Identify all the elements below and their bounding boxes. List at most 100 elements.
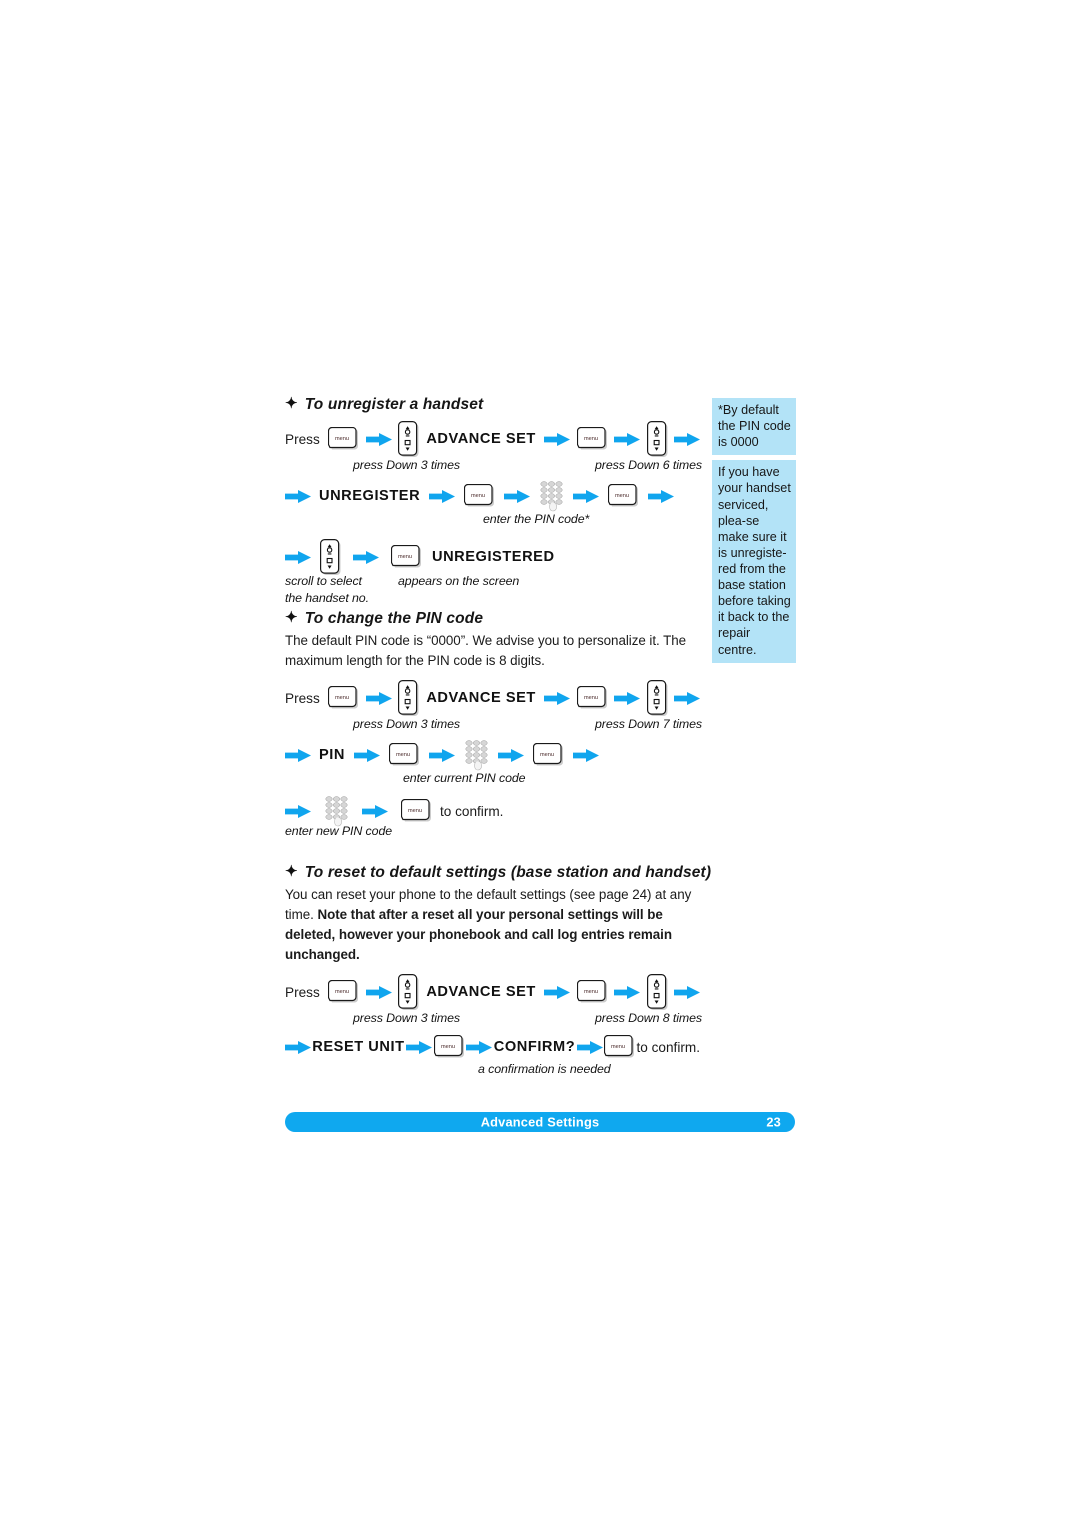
caption-row: scroll to select the handset no. appears…	[285, 574, 700, 608]
menu-key-icon[interactable]: menu	[576, 685, 608, 711]
caption-row: enter new PIN code	[285, 824, 700, 844]
to-confirm-label: to confirm.	[440, 803, 504, 819]
svg-text:menu: menu	[396, 752, 410, 758]
flow-row-unregister-3: menu UNREGISTERED	[285, 538, 700, 576]
flow-arrow-icon	[285, 489, 311, 503]
up-down-scroll-key-icon[interactable]	[397, 680, 419, 717]
keypad-icon[interactable]	[539, 480, 564, 512]
to-confirm-label: to confirm.	[636, 1039, 700, 1055]
caption-enter-new-pin: enter new PIN code	[285, 824, 393, 839]
svg-text:menu: menu	[398, 554, 412, 560]
reset-paragraph: You can reset your phone to the default …	[285, 885, 705, 964]
press-label: Press	[285, 690, 320, 706]
flow-arrow-icon	[405, 1040, 432, 1054]
caption-row: enter current PIN code	[285, 771, 700, 789]
keypad-icon[interactable]	[464, 739, 489, 771]
flow-row-unregister-1: Press menu ADVANCE SET menu	[285, 420, 701, 458]
footer-section-title: Advanced Settings	[480, 1114, 600, 1130]
flow-arrow-icon	[674, 432, 701, 446]
flow-arrow-icon	[466, 1040, 493, 1054]
flow-arrow-icon	[428, 748, 455, 762]
menu-key-icon[interactable]: menu	[433, 1034, 465, 1060]
flow-arrow-icon	[576, 1040, 603, 1054]
diamond-bullet-icon: ✦	[285, 863, 298, 881]
svg-text:menu: menu	[408, 808, 422, 814]
flow-arrow-icon	[544, 432, 571, 446]
caption-appears-screen: appears on the screen	[398, 574, 520, 588]
keypad-icon[interactable]	[324, 795, 349, 827]
menu-key-icon[interactable]: menu	[328, 426, 359, 452]
up-down-scroll-key-icon[interactable]	[397, 421, 419, 457]
up-down-scroll-key-icon[interactable]	[646, 421, 668, 457]
flow-arrow-icon	[614, 432, 641, 446]
menu-key-icon[interactable]: menu	[401, 798, 432, 824]
reset-unit-label: RESET UNIT	[312, 1039, 405, 1056]
pin-paragraph: The default PIN code is “0000”. We advis…	[285, 633, 687, 668]
menu-key-icon[interactable]: menu	[576, 979, 608, 1005]
svg-text:menu: menu	[471, 493, 485, 499]
svg-text:menu: menu	[335, 989, 349, 995]
svg-text:menu: menu	[584, 436, 598, 442]
heading-text: To reset to default settings (base stati…	[304, 864, 712, 882]
caption-down3: press Down 3 times	[353, 717, 460, 732]
menu-key-icon[interactable]: menu	[328, 685, 359, 711]
up-down-scroll-key-icon[interactable]	[320, 539, 341, 575]
menu-key-icon[interactable]: menu	[391, 544, 422, 570]
flow-arrow-icon	[648, 489, 675, 503]
flow-arrow-icon	[674, 691, 701, 705]
caption-scroll-select: scroll to select	[285, 574, 362, 588]
menu-key-icon[interactable]: menu	[576, 426, 608, 452]
caption-down3: press Down 3 times	[353, 1011, 460, 1026]
press-label: Press	[285, 984, 320, 1000]
confirm-label: CONFIRM?	[493, 1039, 576, 1056]
flow-row-pin-3: menu to confirm.	[285, 794, 700, 828]
up-down-scroll-key-icon[interactable]	[646, 680, 668, 717]
flow-arrow-icon	[544, 985, 571, 999]
flow-arrow-icon	[365, 691, 392, 705]
up-down-scroll-key-icon[interactable]	[646, 974, 668, 1011]
caption-down8: press Down 8 times	[595, 1011, 702, 1026]
menu-key-icon[interactable]: menu	[604, 1034, 635, 1060]
caption-enter-current-pin: enter current PIN code	[403, 771, 526, 786]
section-reset: ✦ To reset to default settings (base sta…	[285, 863, 711, 1079]
flow-row-unregister-2: UNREGISTER menu menu	[285, 478, 700, 514]
diamond-bullet-icon: ✦	[285, 609, 298, 626]
up-down-scroll-key-icon[interactable]	[397, 974, 419, 1011]
svg-text:menu: menu	[441, 1044, 455, 1050]
pin-label: PIN	[319, 747, 345, 764]
menu-key-icon[interactable]: menu	[464, 483, 495, 509]
section-heading-reset: ✦ To reset to default settings (base sta…	[285, 863, 711, 882]
caption-row: press Down 3 times press Down 6 times	[285, 458, 702, 474]
svg-text:menu: menu	[335, 695, 349, 701]
caption-row: press Down 3 times press Down 7 times	[285, 717, 702, 733]
caption-row: a confirmation is needed	[285, 1062, 700, 1079]
caption-down6: press Down 6 times	[595, 458, 702, 472]
caption-confirmation-needed: a confirmation is needed	[478, 1062, 611, 1077]
caption-enter-pin: enter the PIN code*	[483, 512, 590, 526]
flow-arrow-icon	[573, 489, 600, 503]
caption-down7: press Down 7 times	[595, 717, 702, 732]
flow-arrow-icon	[362, 804, 388, 818]
section-pin: ✦ To change the PIN code The default PIN…	[285, 610, 702, 844]
section-heading-pin: ✦ To change the PIN code	[285, 610, 700, 628]
menu-key-icon[interactable]: menu	[608, 483, 639, 509]
caption-handset-no: the handset no.	[285, 591, 369, 605]
flow-arrow-icon	[365, 432, 392, 446]
flow-arrow-icon	[353, 550, 379, 564]
flow-row-reset-2: RESET UNIT menu CONFIRM? menu to confirm…	[285, 1031, 700, 1063]
section-heading-unregister: ✦ To unregister a handset	[285, 396, 700, 414]
note-service: If you have your handset serviced, plea-…	[712, 460, 796, 663]
svg-text:menu: menu	[584, 695, 598, 701]
unregister-label: UNREGISTER	[319, 488, 421, 504]
flow-arrow-icon	[504, 489, 531, 503]
flow-arrow-icon	[429, 489, 456, 503]
press-label: Press	[285, 431, 320, 447]
caption-down3: press Down 3 times	[353, 458, 460, 472]
side-notes-column: *By default the PIN code is 0000 If you …	[712, 398, 796, 663]
heading-text: To unregister a handset	[304, 396, 484, 413]
svg-text:menu: menu	[611, 1044, 625, 1050]
diamond-bullet-icon: ✦	[285, 395, 298, 412]
menu-key-icon[interactable]: menu	[328, 979, 359, 1005]
menu-key-icon[interactable]: menu	[532, 742, 564, 768]
menu-key-icon[interactable]: menu	[388, 742, 420, 768]
